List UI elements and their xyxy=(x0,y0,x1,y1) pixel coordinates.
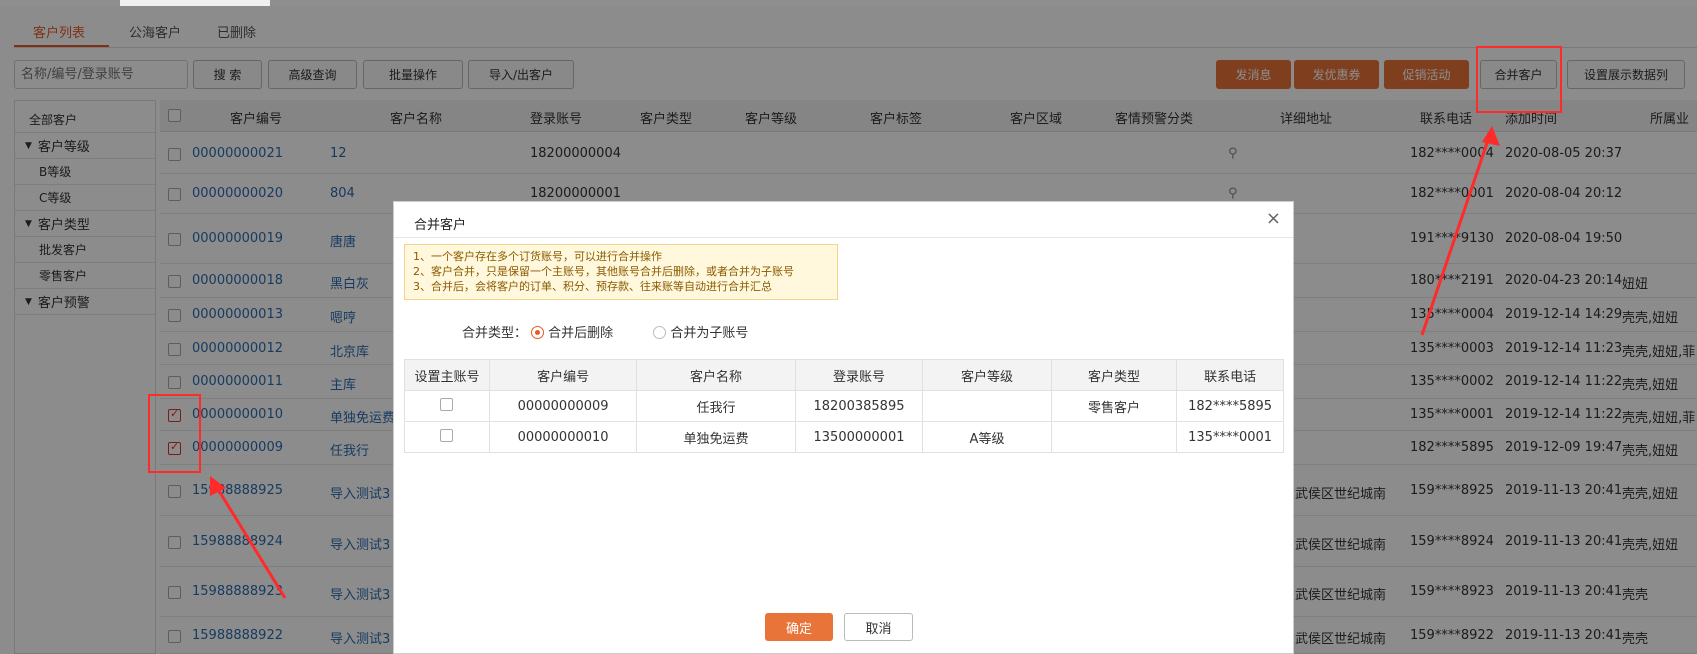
merge-type-label: 合并类型： xyxy=(462,326,528,341)
merge-customer-dialog: 合并客户 × 1、一个客户存在多个订货账号，可以进行合并操作 2、客户合并，只是… xyxy=(393,201,1294,654)
arrow-line-right xyxy=(1420,139,1490,336)
col-header: 客户类型 xyxy=(1050,359,1178,391)
cell: 135****0001 xyxy=(1176,421,1284,453)
notice-box: 1、一个客户存在多个订货账号，可以进行合并操作 2、客户合并，只是保留一个主账号… xyxy=(404,244,838,300)
cell: 单独免运费 xyxy=(636,421,796,453)
dialog-header: 合并客户 × xyxy=(394,202,1293,238)
cell: 零售客户 xyxy=(1050,390,1178,422)
col-header: 客户编号 xyxy=(488,359,638,391)
cell: 182****5895 xyxy=(1176,390,1284,422)
col-header: 登录账号 xyxy=(794,359,924,391)
table-row: 00000000010 单独免运费 13500000001 A等级 135***… xyxy=(404,421,1284,453)
notice-line: 3、合并后，会将客户的订单、积分、预存款、往来账等自动进行合并汇总 xyxy=(413,280,772,293)
cell: 18200385895 xyxy=(794,390,924,422)
set-main-account-checkbox[interactable] xyxy=(440,397,454,411)
cell xyxy=(404,421,490,453)
confirm-button[interactable]: 确定 xyxy=(765,613,833,641)
col-header: 客户等级 xyxy=(922,359,1052,391)
radio-label[interactable]: 合并后删除 xyxy=(548,326,613,341)
arrow-head-left xyxy=(210,476,226,496)
col-header: 设置主账号 xyxy=(404,359,490,391)
radio-merge-delete[interactable] xyxy=(531,326,545,339)
arrow-line-left xyxy=(214,485,287,599)
radio-label[interactable]: 合并为子账号 xyxy=(670,326,748,341)
cell xyxy=(922,390,1052,422)
col-header: 客户名称 xyxy=(636,359,796,391)
notice-line: 1、一个客户存在多个订货账号，可以进行合并操作 xyxy=(413,250,662,263)
arrow-head-right xyxy=(1482,126,1500,146)
table-row: 00000000009 任我行 18200385895 零售客户 182****… xyxy=(404,390,1284,422)
notice-line: 2、客户合并，只是保留一个主账号，其他账号合并后删除，或者合并为子账号 xyxy=(413,265,794,278)
cell: 任我行 xyxy=(636,390,796,422)
radio-merge-sub-account[interactable] xyxy=(653,326,667,339)
cell: 00000000009 xyxy=(488,390,638,422)
dialog-title: 合并客户 xyxy=(414,218,467,233)
cell: 13500000001 xyxy=(794,421,924,453)
cancel-button[interactable]: 取消 xyxy=(844,613,913,641)
cell: A等级 xyxy=(922,421,1052,453)
merge-table: 设置主账号 客户编号 客户名称 登录账号 客户等级 客户类型 联系电话 0000… xyxy=(404,359,1284,453)
cell: 00000000010 xyxy=(488,421,638,453)
merge-type-row: 合并类型： 合并后删除 合并为子账号 xyxy=(462,322,748,341)
cell xyxy=(404,390,490,422)
close-icon[interactable]: × xyxy=(1266,208,1281,229)
set-main-account-checkbox[interactable] xyxy=(440,428,454,442)
col-header: 联系电话 xyxy=(1176,359,1284,391)
cell xyxy=(1050,421,1178,453)
